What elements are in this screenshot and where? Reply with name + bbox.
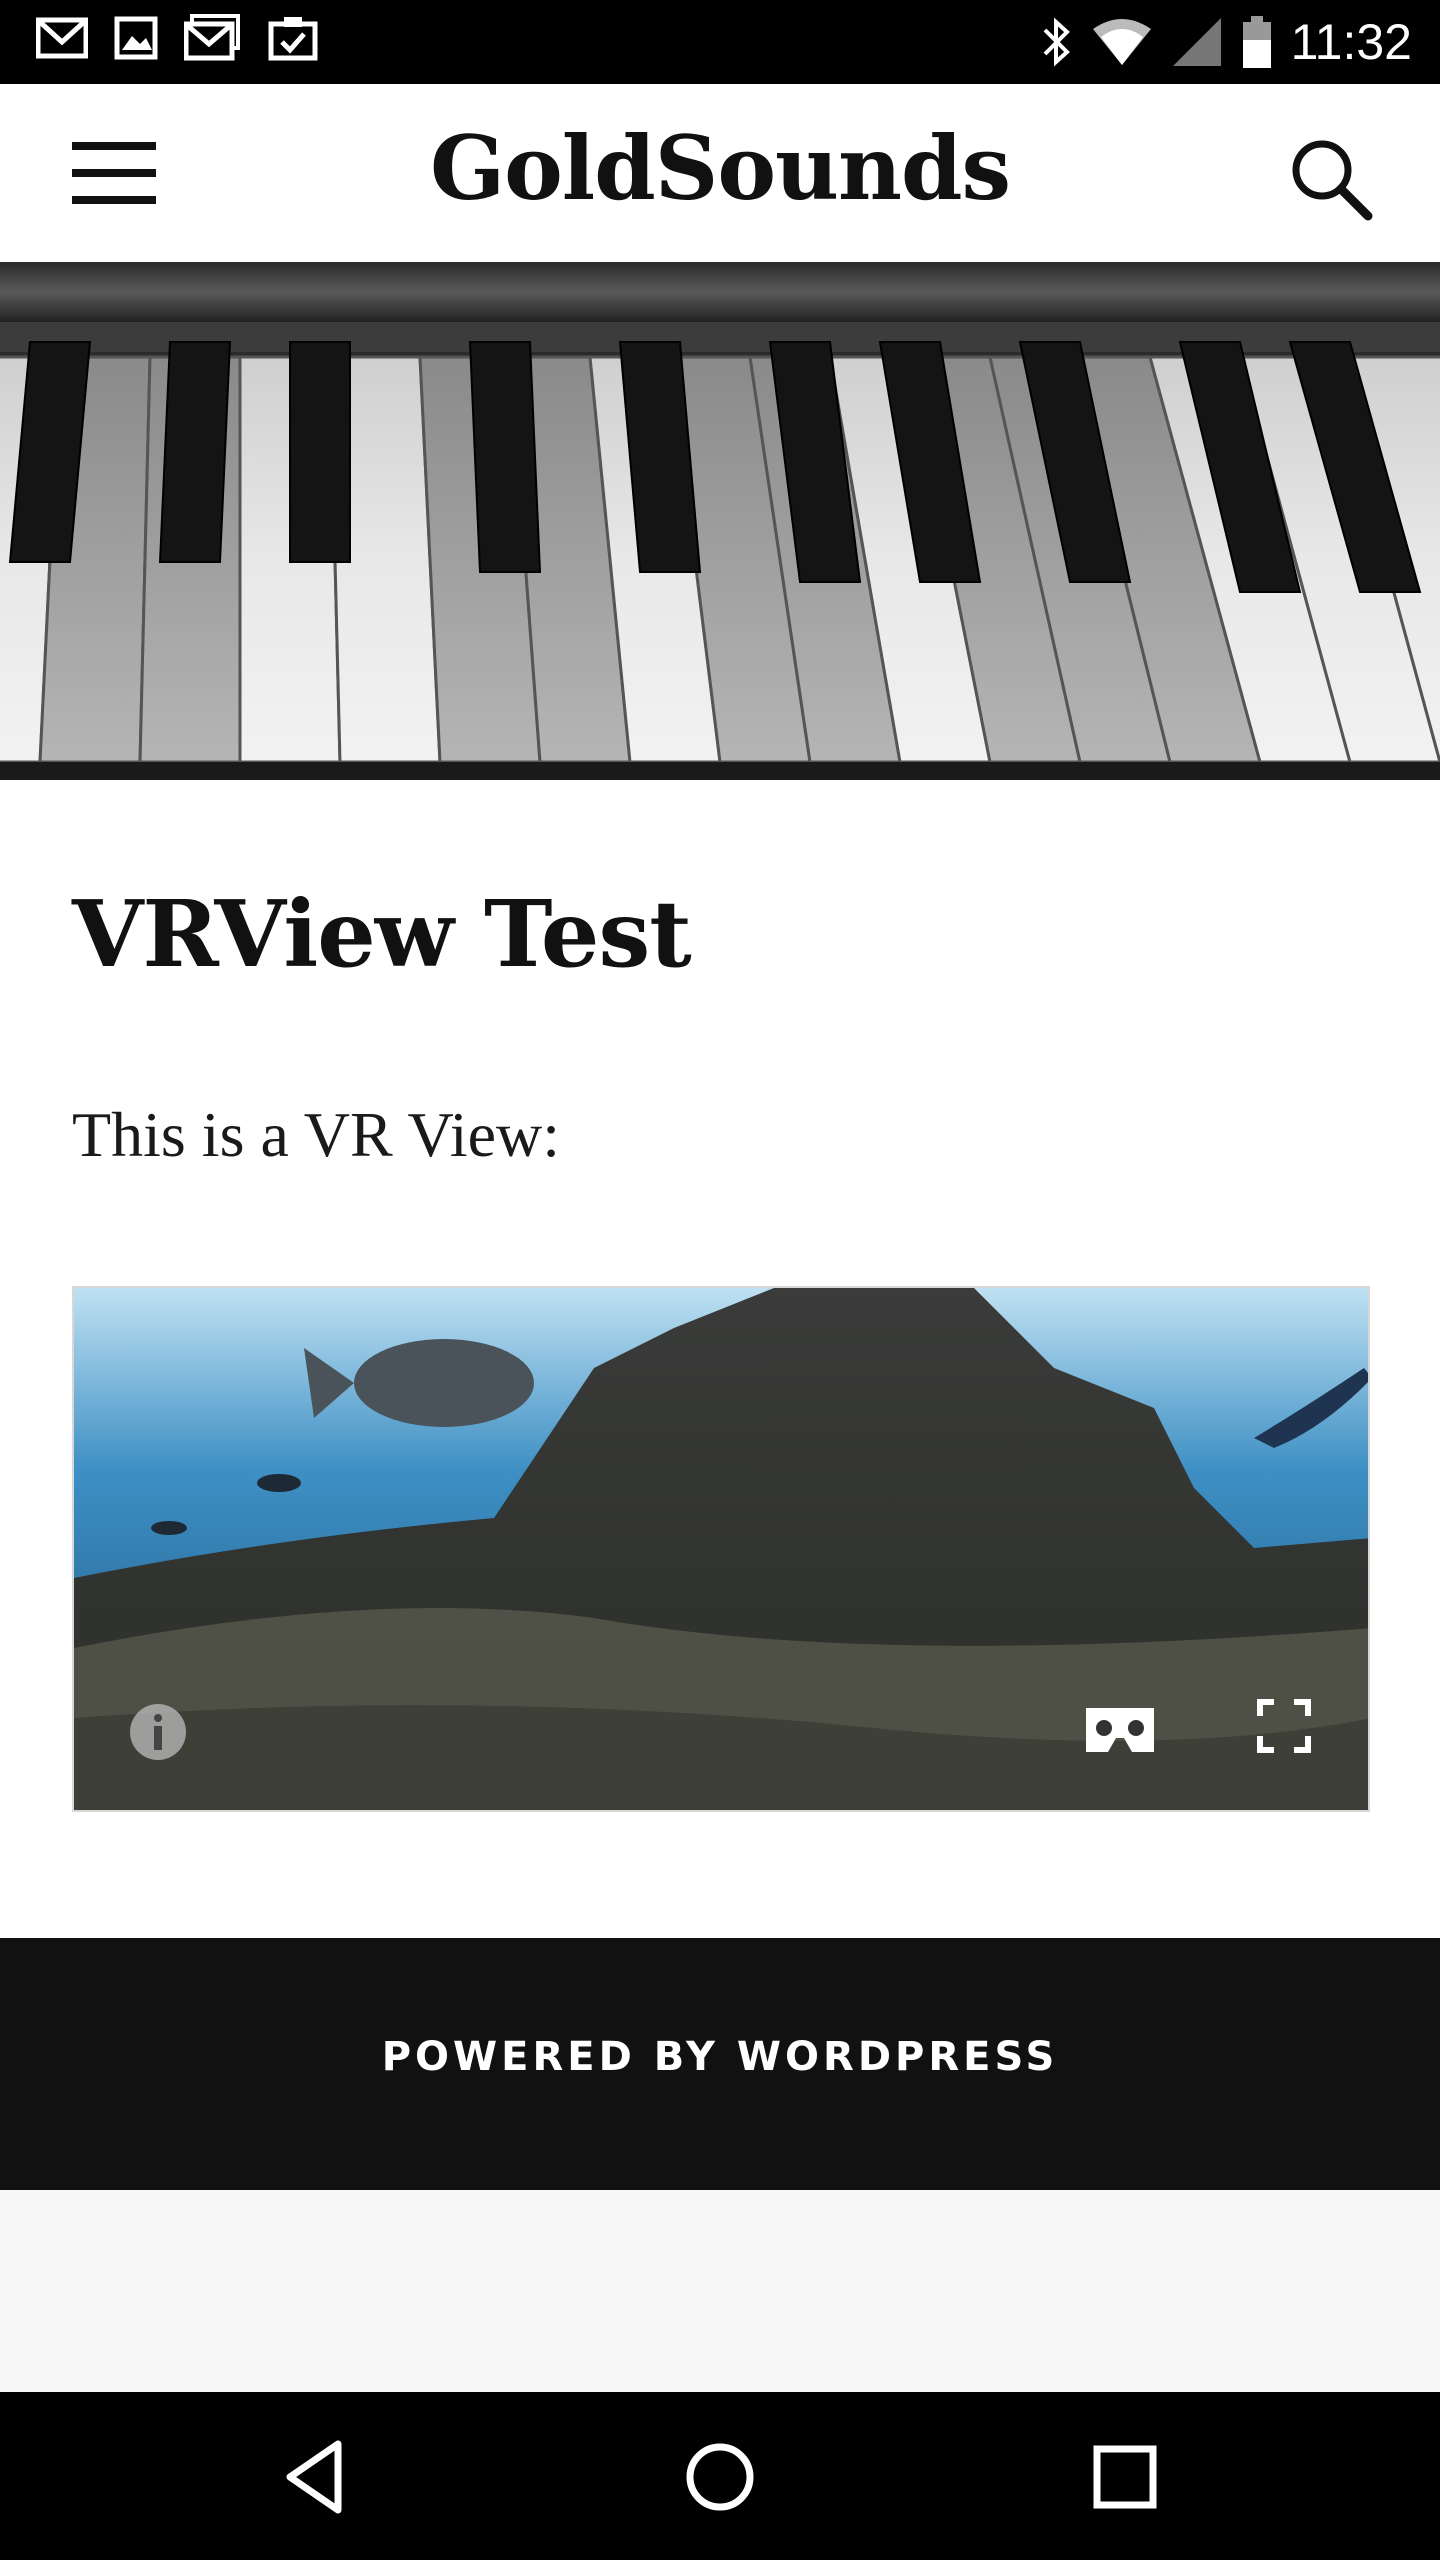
search-icon[interactable] [1284,132,1380,228]
hero-image [0,262,1440,780]
fullscreen-icon[interactable] [1256,1698,1312,1754]
back-icon[interactable] [272,2432,362,2522]
wifi-icon [1091,17,1153,67]
piano-keys-photo [0,262,1440,780]
site-header: GoldSounds [0,84,1440,262]
image-icon [114,16,158,60]
vr-view[interactable] [72,1286,1370,1812]
info-icon[interactable] [126,1700,190,1764]
clock: 11:32 [1290,14,1412,70]
status-bar: 11:32 [0,0,1440,84]
powered-by-link[interactable]: POWERED BY WORDPRESS [0,2034,1440,2080]
battery-icon [1241,14,1273,70]
system-icons: 11:32 [1039,10,1412,74]
bluetooth-icon [1039,16,1073,68]
recents-icon[interactable] [1080,2432,1170,2522]
site-title[interactable]: GoldSounds [0,116,1440,220]
gmail-icon [36,16,88,60]
gmail-icon [184,14,242,62]
underwater-reef-panorama [74,1288,1368,1810]
notification-icons [36,14,318,62]
cardboard-vr-icon[interactable] [1082,1704,1158,1756]
signal-icon [1171,16,1223,68]
clipboard-check-icon [268,14,318,62]
site-footer: POWERED BY WORDPRESS [0,1938,1440,2190]
navigation-bar [0,2392,1440,2560]
post-text: This is a VR View: [72,1099,561,1170]
home-icon[interactable] [675,2432,765,2522]
post-title: VRView Test [72,880,692,988]
page-bottom-area [0,2190,1440,2392]
